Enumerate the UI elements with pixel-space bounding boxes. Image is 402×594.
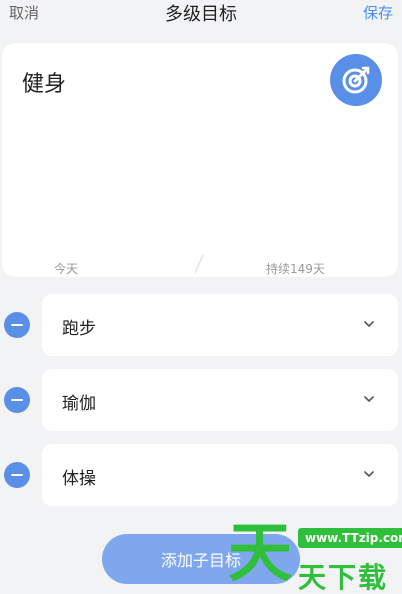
start-date-label[interactable]: 今天 [54, 260, 78, 277]
sub-goal-row: 瑜伽 [0, 369, 402, 431]
remove-icon[interactable] [4, 387, 30, 413]
watermark-url: www.TTzip.com [298, 528, 402, 548]
save-button[interactable]: 保存 [363, 2, 393, 23]
watermark: 天 www.TTzip.com 天下载 [228, 518, 402, 594]
sub-goal-card[interactable]: 瑜伽 [42, 369, 398, 431]
sub-goal-label: 跑步 [62, 319, 96, 339]
duration-label[interactable]: 持续149天 [266, 260, 325, 277]
chevron-down-icon [364, 471, 374, 478]
page-title: 多级目标 [165, 4, 237, 25]
sub-goal-row: 体操 [0, 444, 402, 506]
sub-goal-card[interactable]: 体操 [42, 444, 398, 506]
goal-icon-button[interactable] [330, 54, 382, 106]
target-arrow-icon [342, 66, 370, 94]
sub-goal-card[interactable]: 跑步 [42, 294, 398, 356]
watermark-logo: 天 [228, 517, 292, 591]
goal-name[interactable]: 健身 [22, 66, 66, 98]
top-bar: 取消 多级目标 保存 [0, 0, 402, 28]
sub-goal-label: 瑜伽 [62, 394, 96, 414]
date-separator [194, 254, 204, 274]
sub-goal-label: 体操 [62, 469, 96, 489]
chevron-down-icon [364, 396, 374, 403]
remove-icon[interactable] [4, 462, 30, 488]
sub-goal-row: 跑步 [0, 294, 402, 356]
watermark-text: 天下载 [298, 561, 389, 594]
remove-icon[interactable] [4, 312, 30, 338]
goal-card: 健身 今天 持续149天 [2, 43, 398, 277]
chevron-down-icon [364, 321, 374, 328]
